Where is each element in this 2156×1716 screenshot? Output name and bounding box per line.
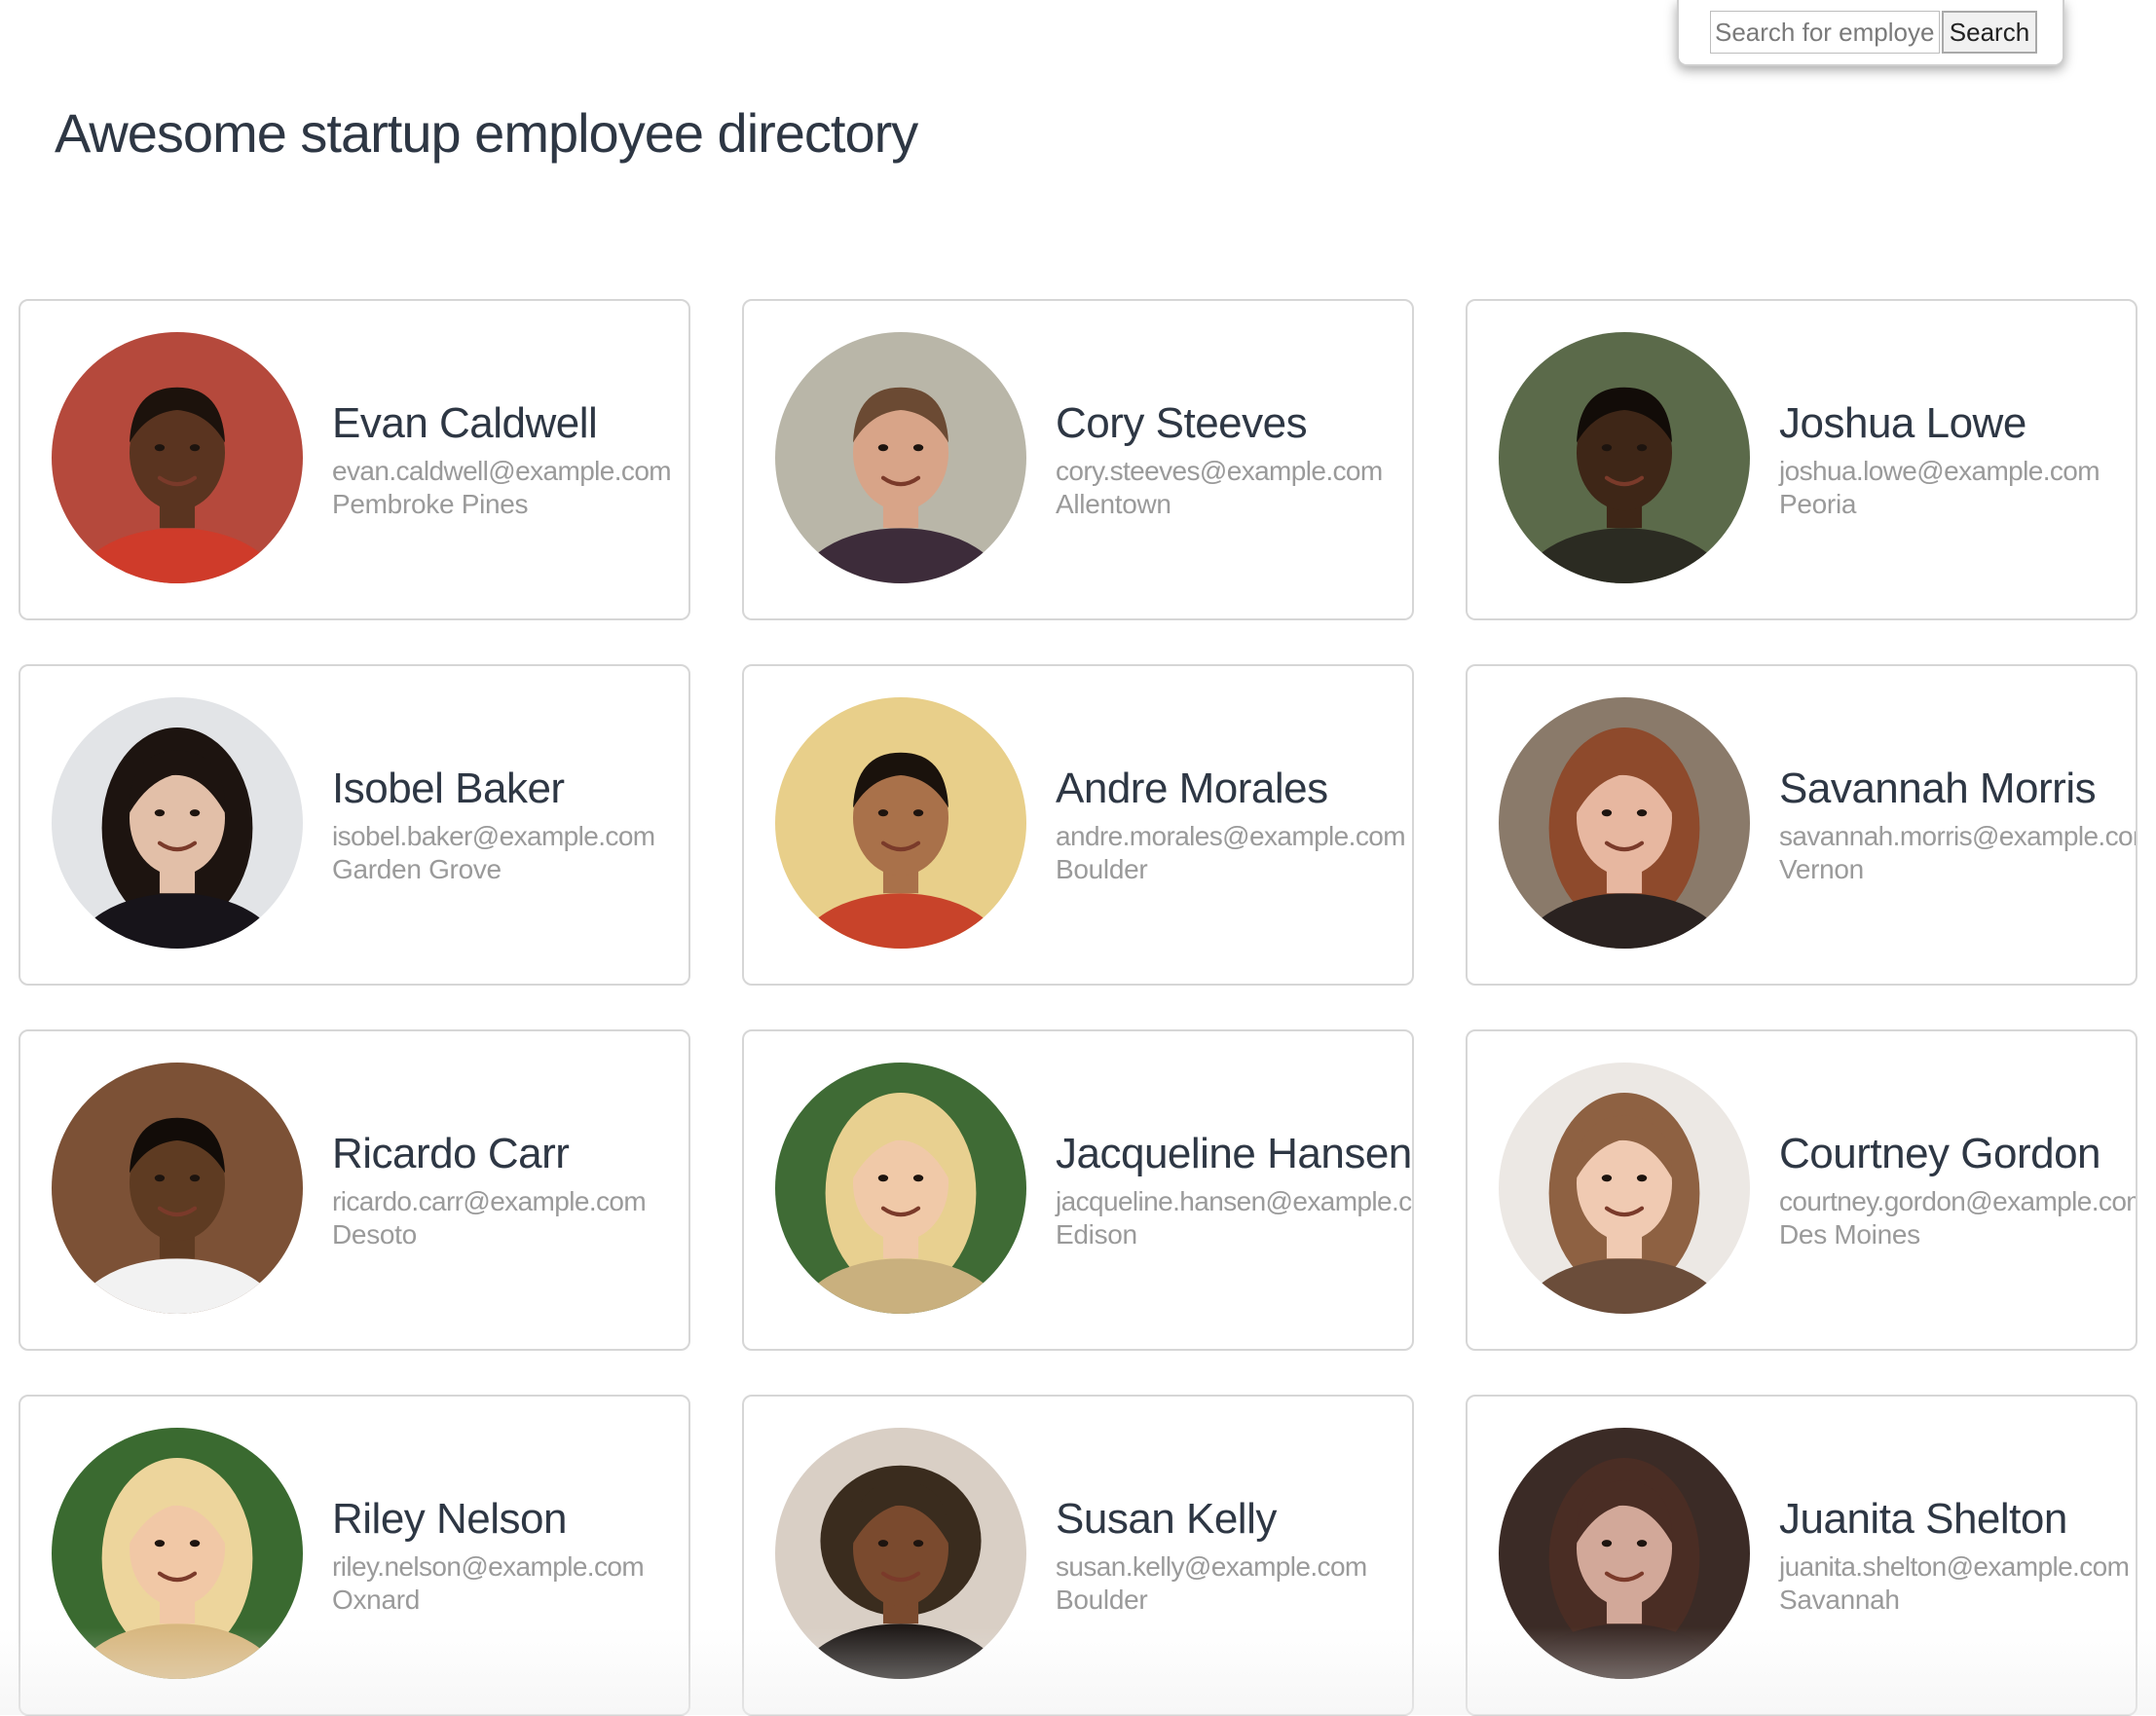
employee-info: Andre Morales andre.morales@example.com … [1056, 764, 1406, 886]
employee-city: Vernon [1779, 854, 1864, 884]
employee-card[interactable]: Riley Nelson riley.nelson@example.com Ox… [19, 1395, 690, 1716]
employee-info: Ricardo Carr ricardo.carr@example.com De… [332, 1129, 681, 1251]
employee-name: Courtney Gordon [1779, 1130, 2101, 1177]
employee-card[interactable]: Evan Caldwell evan.caldwell@example.com … [19, 299, 690, 620]
portrait-image [1499, 697, 1750, 949]
employee-email: susan.kelly@example.com [1056, 1551, 1367, 1582]
portrait-image [52, 1428, 303, 1679]
employee-email: jacqueline.hansen@example.com [1056, 1186, 1414, 1216]
employee-city: Garden Grove [332, 854, 502, 884]
employee-photo [52, 332, 303, 583]
employee-city: Savannah [1779, 1585, 1900, 1615]
employee-photo [775, 332, 1026, 583]
portrait-image [775, 1428, 1026, 1679]
employee-photo [775, 1063, 1026, 1314]
page-title: Awesome startup employee directory [55, 102, 918, 164]
employee-card[interactable]: Ricardo Carr ricardo.carr@example.com De… [19, 1029, 690, 1351]
employee-name: Juanita Shelton [1779, 1495, 2067, 1543]
employee-name: Evan Caldwell [332, 399, 598, 447]
employee-city: Peoria [1779, 489, 1857, 519]
employee-card[interactable]: Jacqueline Hansen jacqueline.hansen@exam… [742, 1029, 1414, 1351]
employee-photo [52, 1063, 303, 1314]
employee-name: Riley Nelson [332, 1495, 567, 1543]
employee-city: Desoto [332, 1219, 417, 1250]
employee-city: Oxnard [332, 1585, 421, 1615]
employee-card[interactable]: Savannah Morris savannah.morris@example.… [1466, 664, 2137, 986]
employee-email: juanita.shelton@example.com [1779, 1551, 2130, 1582]
employee-card[interactable]: Joshua Lowe joshua.lowe@example.com Peor… [1466, 299, 2137, 620]
portrait-image [1499, 332, 1750, 583]
employee-card[interactable]: Susan Kelly susan.kelly@example.com Boul… [742, 1395, 1414, 1716]
employee-city: Boulder [1056, 1585, 1148, 1615]
search-button[interactable]: Search [1942, 11, 2037, 54]
employee-photo [52, 1428, 303, 1679]
portrait-image [52, 332, 303, 583]
employee-info: Courtney Gordon courtney.gordon@example.… [1779, 1129, 2137, 1251]
employee-city: Des Moines [1779, 1219, 1920, 1250]
search-input[interactable] [1710, 11, 1940, 54]
employee-name: Jacqueline Hansen [1056, 1130, 1412, 1177]
employee-info: Savannah Morris savannah.morris@example.… [1779, 764, 2137, 886]
portrait-image [775, 1063, 1026, 1314]
employee-email: joshua.lowe@example.com [1779, 456, 2100, 486]
employee-name: Isobel Baker [332, 765, 565, 812]
employee-email: riley.nelson@example.com [332, 1551, 645, 1582]
employee-card[interactable]: Andre Morales andre.morales@example.com … [742, 664, 1414, 986]
employee-card[interactable]: Cory Steeves cory.steeves@example.com Al… [742, 299, 1414, 620]
portrait-image [775, 697, 1026, 949]
employee-city: Boulder [1056, 854, 1148, 884]
employee-info: Jacqueline Hansen jacqueline.hansen@exam… [1056, 1129, 1414, 1251]
employee-name: Ricardo Carr [332, 1130, 570, 1177]
employee-photo [1499, 332, 1750, 583]
employee-email: cory.steeves@example.com [1056, 456, 1383, 486]
employee-name: Andre Morales [1056, 765, 1328, 812]
employee-card[interactable]: Isobel Baker isobel.baker@example.com Ga… [19, 664, 690, 986]
employee-grid: Evan Caldwell evan.caldwell@example.com … [19, 299, 2137, 1716]
employee-card[interactable]: Courtney Gordon courtney.gordon@example.… [1466, 1029, 2137, 1351]
employee-email: isobel.baker@example.com [332, 821, 655, 851]
employee-email: andre.morales@example.com [1056, 821, 1406, 851]
employee-name: Joshua Lowe [1779, 399, 2026, 447]
employee-info: Joshua Lowe joshua.lowe@example.com Peor… [1779, 398, 2128, 521]
portrait-image [1499, 1063, 1750, 1314]
employee-photo [52, 697, 303, 949]
portrait-image [1499, 1428, 1750, 1679]
employee-email: courtney.gordon@example.com [1779, 1186, 2137, 1216]
employee-photo [1499, 1063, 1750, 1314]
employee-name: Savannah Morris [1779, 765, 2097, 812]
employee-info: Evan Caldwell evan.caldwell@example.com … [332, 398, 681, 521]
employee-photo [1499, 1428, 1750, 1679]
employee-info: Susan Kelly susan.kelly@example.com Boul… [1056, 1494, 1404, 1617]
employee-photo [1499, 697, 1750, 949]
portrait-image [52, 697, 303, 949]
employee-city: Pembroke Pines [332, 489, 529, 519]
employee-city: Edison [1056, 1219, 1137, 1250]
employee-email: evan.caldwell@example.com [332, 456, 672, 486]
employee-info: Juanita Shelton juanita.shelton@example.… [1779, 1494, 2130, 1617]
portrait-image [52, 1063, 303, 1314]
employee-photo [775, 1428, 1026, 1679]
portrait-image [775, 332, 1026, 583]
employee-email: ricardo.carr@example.com [332, 1186, 647, 1216]
employee-name: Cory Steeves [1056, 399, 1308, 447]
employee-card[interactable]: Juanita Shelton juanita.shelton@example.… [1466, 1395, 2137, 1716]
employee-info: Isobel Baker isobel.baker@example.com Ga… [332, 764, 681, 886]
employee-info: Riley Nelson riley.nelson@example.com Ox… [332, 1494, 681, 1617]
search-form: Search [1677, 0, 2064, 66]
employee-info: Cory Steeves cory.steeves@example.com Al… [1056, 398, 1404, 521]
employee-photo [775, 697, 1026, 949]
employee-name: Susan Kelly [1056, 1495, 1277, 1543]
employee-email: savannah.morris@example.com [1779, 821, 2137, 851]
employee-city: Allentown [1056, 489, 1171, 519]
